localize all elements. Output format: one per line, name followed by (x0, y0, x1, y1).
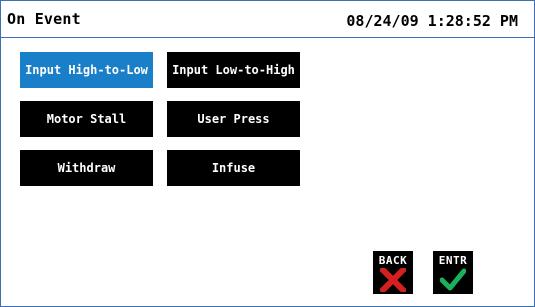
option-input-high-to-low-button[interactable]: Input High-to-Low (20, 52, 153, 88)
option-withdraw-button[interactable]: Withdraw (20, 150, 153, 186)
screen-frame: On Event 08/24/09 1:28:52 PM Input High-… (0, 0, 535, 307)
page-title: On Event (7, 10, 81, 28)
option-user-press-button[interactable]: User Press (167, 101, 300, 137)
option-input-low-to-high-button[interactable]: Input Low-to-High (167, 52, 300, 88)
back-button-label: BACK (378, 254, 408, 267)
back-button[interactable]: BACK (373, 251, 413, 294)
enter-button-label: ENTR (438, 254, 468, 267)
datetime-display: 08/24/09 1:28:52 PM (346, 12, 518, 30)
close-x-icon (380, 268, 406, 292)
header-bar: On Event 08/24/09 1:28:52 PM (1, 1, 534, 38)
option-infuse-button[interactable]: Infuse (167, 150, 300, 186)
enter-button[interactable]: ENTR (433, 251, 473, 294)
option-motor-stall-button[interactable]: Motor Stall (20, 101, 153, 137)
checkmark-icon (440, 268, 466, 291)
